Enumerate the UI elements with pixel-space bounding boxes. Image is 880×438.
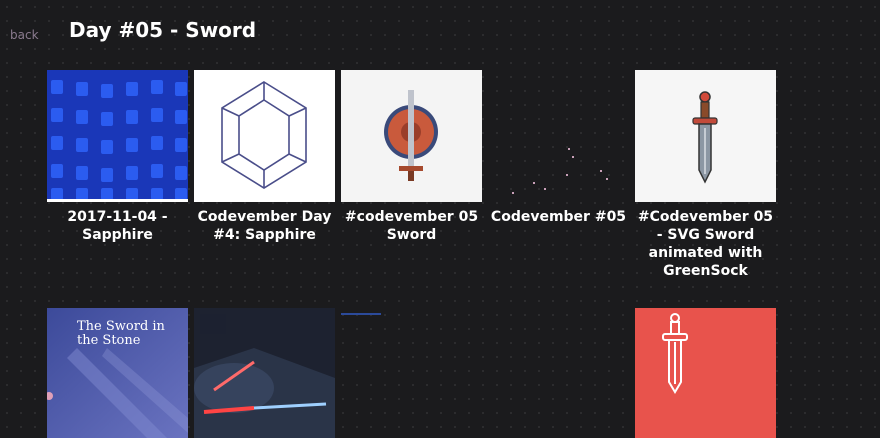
pen-card-caption[interactable]: #codevember 05 Sword <box>341 208 482 244</box>
lightsaber-scene-icon[interactable] <box>194 308 335 438</box>
blue-cubes-pattern-icon[interactable] <box>47 70 188 202</box>
pen-card-codevember-day4[interactable]: Codevember Day #4: Sapphire <box>194 70 335 244</box>
pen-card-caption[interactable]: Codevember #05 <box>488 208 629 226</box>
sword-in-the-stone-poster-icon[interactable]: The Sword in the Stone <box>47 308 188 438</box>
blank-dark-icon[interactable] <box>341 308 482 438</box>
pen-card-codevember-05-sword[interactable]: #codevember 05 Sword <box>341 70 482 244</box>
blank-dark-icon[interactable] <box>488 308 629 438</box>
sword-red-background-icon[interactable] <box>635 308 776 438</box>
sword-shield-icon[interactable] <box>341 70 482 202</box>
page-title: Day #05 - Sword <box>69 18 257 42</box>
poster-title: The Sword in the Stone <box>77 319 165 348</box>
pen-card-blank-1[interactable] <box>341 308 482 438</box>
sapphire-gem-icon[interactable] <box>194 70 335 202</box>
pen-card-caption[interactable]: 2017-11-04 - Sapphire <box>47 208 188 244</box>
pen-card-sapphire-2017[interactable]: 2017-11-04 - Sapphire <box>47 70 188 244</box>
pen-card-sword-red[interactable] <box>635 308 776 438</box>
pen-card-svg-sword-greensock[interactable]: #Codevember 05 - SVG Sword animated with… <box>635 70 776 280</box>
dark-particles-icon[interactable] <box>488 70 629 202</box>
pen-card-caption[interactable]: Codevember Day #4: Sapphire <box>194 208 335 244</box>
back-link[interactable]: back <box>10 28 39 42</box>
pen-card-sword-in-the-stone[interactable]: The Sword in the Stone <box>47 308 188 438</box>
pen-card-codevember-05[interactable]: Codevember #05 <box>488 70 629 226</box>
pen-card-blank-2[interactable] <box>488 308 629 438</box>
pen-card-lightsaber[interactable] <box>194 308 335 438</box>
pen-card-caption[interactable]: #Codevember 05 - SVG Sword animated with… <box>635 208 776 280</box>
svg-sword-icon[interactable] <box>635 70 776 202</box>
